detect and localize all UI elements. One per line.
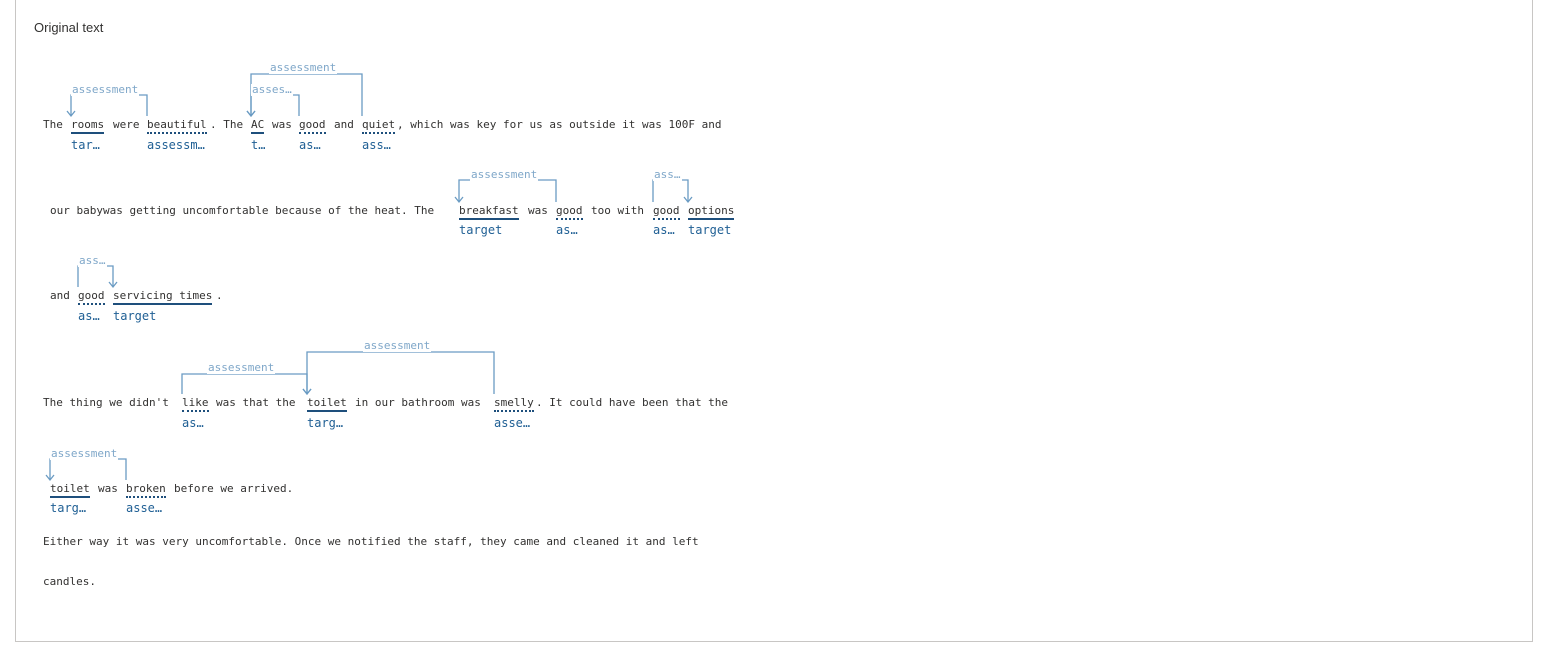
entity-label[interactable]: asse… bbox=[126, 501, 162, 515]
word: , which was key for us as outside it was… bbox=[397, 118, 722, 131]
entity-label[interactable]: as… bbox=[556, 223, 578, 237]
entity-label[interactable]: as… bbox=[182, 416, 204, 430]
word: in our bathroom was bbox=[355, 396, 481, 409]
entity-label[interactable]: as… bbox=[653, 223, 675, 237]
assessment-span-broken[interactable]: broken bbox=[126, 482, 166, 498]
assessment-span-like[interactable]: like bbox=[182, 396, 209, 412]
entity-label[interactable]: targ… bbox=[307, 416, 343, 430]
word: were bbox=[113, 118, 140, 131]
word: before we arrived. bbox=[174, 482, 294, 495]
relation-label[interactable]: assessment bbox=[50, 448, 119, 460]
entity-label[interactable]: asse… bbox=[494, 416, 530, 430]
word: The thing we didn't bbox=[43, 396, 169, 409]
word: was bbox=[272, 118, 292, 131]
relation-arc bbox=[181, 373, 308, 394]
assessment-span-quiet[interactable]: quiet bbox=[362, 118, 396, 134]
entity-label[interactable]: as… bbox=[299, 138, 321, 152]
word: was that the bbox=[216, 396, 296, 409]
word: too with bbox=[591, 204, 644, 217]
target-span-toilet[interactable]: toilet bbox=[50, 482, 90, 498]
entity-label[interactable]: as… bbox=[78, 309, 100, 323]
entity-label[interactable]: target bbox=[459, 223, 502, 237]
assessment-span-good[interactable]: good bbox=[78, 289, 105, 305]
assessment-span-good[interactable]: good bbox=[653, 204, 680, 220]
entity-label[interactable]: tar… bbox=[71, 138, 100, 152]
assessment-span-good[interactable]: good bbox=[299, 118, 326, 134]
relation-arc bbox=[49, 458, 127, 480]
target-span-ac[interactable]: AC bbox=[251, 118, 265, 134]
relation-label[interactable]: assessment bbox=[470, 169, 539, 181]
relation-label[interactable]: ass… bbox=[653, 169, 682, 181]
word: was bbox=[528, 204, 548, 217]
target-span-rooms[interactable]: rooms bbox=[71, 118, 105, 134]
entity-label[interactable]: ass… bbox=[362, 138, 391, 152]
relation-label[interactable]: asses… bbox=[251, 84, 293, 96]
relation-label[interactable]: assessment bbox=[207, 362, 276, 374]
relation-arcs bbox=[45, 73, 693, 482]
relation-label[interactable]: ass… bbox=[78, 255, 107, 267]
word: candles. bbox=[43, 575, 96, 588]
assessment-span-beautiful[interactable]: beautiful bbox=[147, 118, 207, 134]
target-span-breakfast[interactable]: breakfast bbox=[459, 204, 519, 220]
entity-label[interactable]: assessm… bbox=[147, 138, 205, 152]
word: our babywas getting uncomfortable becaus… bbox=[50, 204, 435, 217]
word: . bbox=[216, 289, 223, 302]
word: was bbox=[98, 482, 118, 495]
target-span-servicing-times[interactable]: servicing times bbox=[113, 289, 213, 305]
assessment-span-good[interactable]: good bbox=[556, 204, 583, 220]
word: The bbox=[43, 118, 63, 131]
relation-label[interactable]: assessment bbox=[71, 84, 140, 96]
entity-label[interactable]: target bbox=[113, 309, 156, 323]
relation-label[interactable]: assessment bbox=[269, 62, 338, 74]
entity-label[interactable]: target bbox=[688, 223, 731, 237]
relation-arc bbox=[652, 179, 689, 202]
target-span-toilet[interactable]: toilet bbox=[307, 396, 347, 412]
relation-arc bbox=[77, 265, 114, 287]
relation-arc bbox=[306, 351, 495, 394]
entity-label[interactable]: t… bbox=[251, 138, 265, 152]
word: . The bbox=[210, 118, 244, 131]
relation-arc bbox=[458, 179, 557, 202]
assessment-span-smelly[interactable]: smelly bbox=[494, 396, 534, 412]
word: . It could have been that the bbox=[536, 396, 729, 409]
entity-label[interactable]: targ… bbox=[50, 501, 86, 515]
relation-arc bbox=[70, 94, 148, 116]
target-span-options[interactable]: options bbox=[688, 204, 735, 220]
relation-label[interactable]: assessment bbox=[363, 340, 432, 352]
word: Either way it was very uncomfortable. On… bbox=[43, 535, 699, 548]
word: and bbox=[334, 118, 354, 131]
relation-arc bbox=[250, 94, 300, 116]
word: and bbox=[50, 289, 70, 302]
